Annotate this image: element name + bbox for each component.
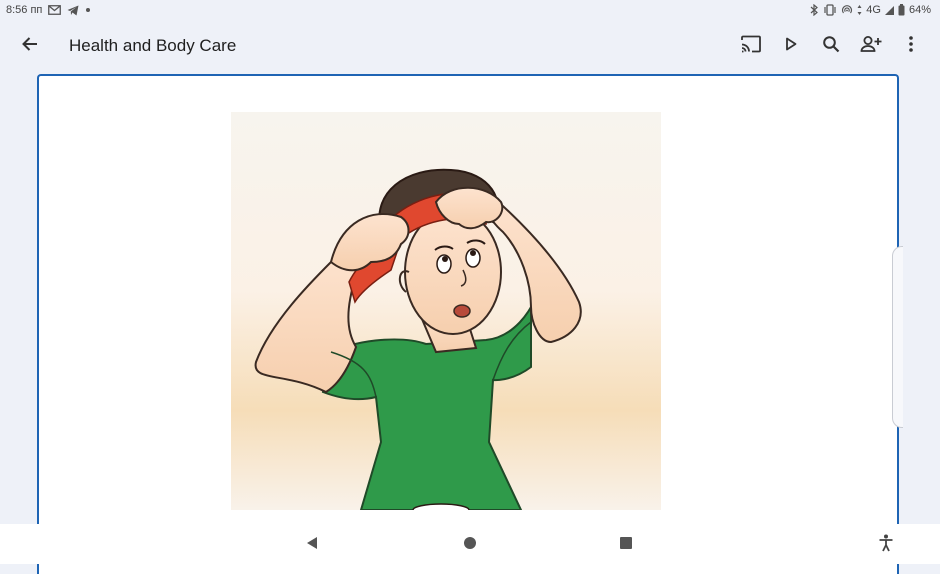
nav-recents-button[interactable] [616,535,636,555]
vibrate-icon [823,4,837,16]
search-icon [822,35,840,58]
hotspot-icon [841,4,853,16]
signal-icon [884,5,894,15]
recents-square-icon [619,536,633,555]
mail-icon [48,5,62,15]
boy-illustration [231,112,661,510]
content-card [37,74,903,574]
battery-icon [898,4,905,16]
back-triangle-icon [305,536,319,555]
notification-dot-icon [85,7,91,13]
play-button[interactable] [774,30,808,62]
system-nav-bar [0,524,940,564]
more-options-button[interactable] [894,30,928,62]
network-type: 4G [866,4,881,16]
edge-panel-handle[interactable] [892,246,903,428]
accessibility-icon [878,534,894,557]
add-person-button[interactable] [854,30,888,62]
bluetooth-icon [810,4,819,16]
more-vert-icon [908,35,914,58]
back-button[interactable] [14,30,46,62]
add-person-icon [860,35,882,58]
status-bar: 8:56 пп 4G 64% [0,0,940,22]
page-title: Health and Body Care [69,36,237,55]
battery-percent: 64% [908,4,931,16]
back-arrow-icon [21,35,39,58]
search-button[interactable] [814,30,848,62]
play-icon [784,36,798,57]
cast-icon [740,35,762,58]
nav-home-button[interactable] [460,535,480,555]
data-arrows-icon [857,4,862,16]
nav-back-button[interactable] [302,535,322,555]
accessibility-button[interactable] [876,534,896,557]
home-circle-icon [463,536,477,555]
telegram-icon [67,5,79,16]
app-bar: Health and Body Care [0,24,940,68]
cast-button[interactable] [734,30,768,62]
status-time: 8:56 пп [6,4,43,16]
